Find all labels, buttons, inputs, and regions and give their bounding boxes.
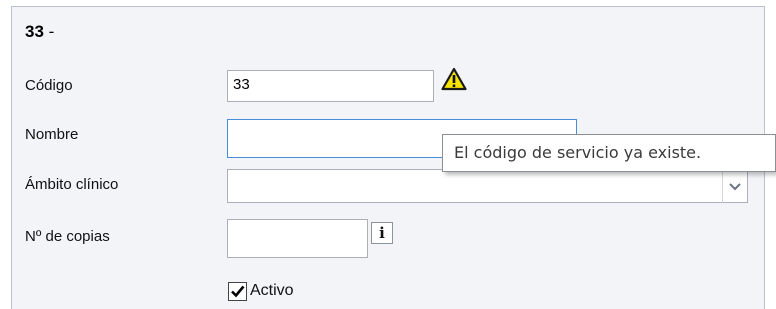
checkmark-icon [231, 285, 245, 298]
form-title-code: 33 [25, 22, 44, 41]
chevron-down-icon[interactable] [722, 170, 747, 203]
codigo-input[interactable]: 33 [227, 70, 434, 102]
form-title: 33 - [25, 22, 54, 42]
codigo-label: Código [25, 77, 73, 94]
activo-label: Activo [250, 282, 294, 299]
form-title-separator: - [48, 22, 55, 41]
nombre-label: Nombre [25, 126, 79, 143]
ambito-label: Ámbito clínico [25, 176, 119, 193]
error-tooltip: El código de servicio ya existe. [442, 134, 776, 172]
codigo-input-value: 33 [233, 76, 250, 93]
info-icon[interactable]: i [371, 222, 393, 244]
warning-triangle-icon [441, 67, 467, 91]
copias-input[interactable] [227, 219, 368, 258]
ambito-select[interactable] [227, 169, 748, 203]
activo-checkbox[interactable] [228, 282, 247, 301]
copias-label: Nº de copias [25, 228, 110, 245]
